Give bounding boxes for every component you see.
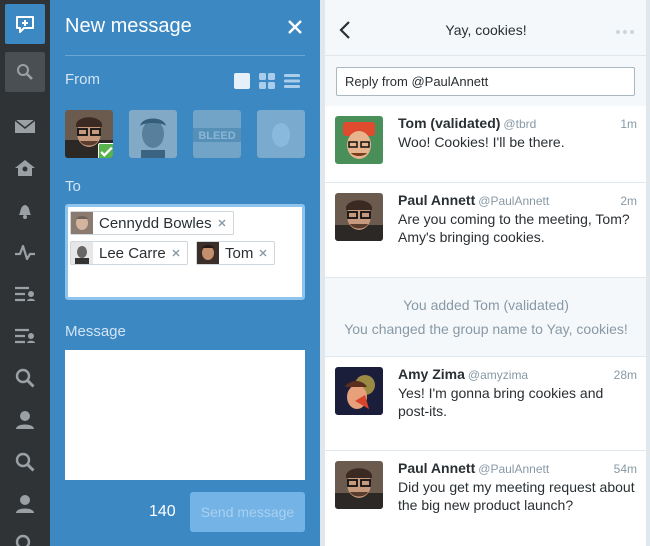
list-view-icon[interactable] xyxy=(283,72,301,90)
character-counter: 140 xyxy=(149,503,176,520)
sender-name: Paul Annett @PaulAnnett xyxy=(398,192,550,208)
notifications-icon xyxy=(19,205,31,219)
reply-input[interactable] xyxy=(336,67,635,96)
avatar xyxy=(129,110,177,158)
list-icon xyxy=(15,328,35,344)
from-account-egg[interactable] xyxy=(257,110,305,158)
message-item[interactable]: Paul Annett @PaulAnnett 54m Did you get m… xyxy=(325,451,647,546)
remove-recipient-icon[interactable] xyxy=(257,247,269,259)
sender-handle: @PaulAnnett xyxy=(478,462,550,476)
user-icon xyxy=(16,411,34,429)
selected-check-icon xyxy=(98,143,113,158)
search-button[interactable] xyxy=(5,52,45,92)
grid-view-icon[interactable] xyxy=(258,72,276,90)
system-note: You added Tom (validated) xyxy=(403,297,569,313)
user-icon xyxy=(16,495,34,513)
avatar xyxy=(335,193,383,241)
tweetdeck-app: New message From BLEED To Cennydd Bowles… xyxy=(0,0,650,546)
sender-name: Amy Zima @amyzima xyxy=(398,366,529,382)
message-item[interactable]: Tom (validated) @tbrd 1m Woo! Cookies! I'… xyxy=(325,106,647,183)
list-icon xyxy=(15,286,35,302)
rail-home-button[interactable] xyxy=(5,148,45,188)
message-item[interactable]: Amy Zima @amyzima 28m Yes! I'm gonna brin… xyxy=(325,357,647,451)
recipient-chip: Tom xyxy=(196,241,276,265)
svg-text:BLEED: BLEED xyxy=(198,130,235,142)
conversation-system-notes: You added Tom (validated) You changed th… xyxy=(325,278,647,357)
rail-user-button-2[interactable] xyxy=(5,484,45,524)
avatar xyxy=(335,367,383,415)
reply-area xyxy=(325,56,647,106)
new-message-panel: New message From BLEED To Cennydd Bowles… xyxy=(50,0,320,546)
message-text: Yes! I'm gonna bring cookies and post-it… xyxy=(398,385,604,419)
rail-activity-button[interactable] xyxy=(5,232,45,272)
rail-search-column-button-2[interactable] xyxy=(5,442,45,482)
from-label: From xyxy=(65,71,100,88)
avatar: BLEED xyxy=(193,110,241,158)
account-view-toggles xyxy=(233,72,301,90)
recipient-name: Lee Carre xyxy=(99,244,166,262)
from-account-bleed[interactable]: BLEED xyxy=(193,110,241,158)
rail-messages-button[interactable] xyxy=(5,106,45,146)
remove-recipient-icon[interactable] xyxy=(170,247,182,259)
rail-notifications-button[interactable] xyxy=(5,190,45,230)
avatar xyxy=(71,242,93,264)
search-icon xyxy=(15,452,35,472)
home-icon xyxy=(15,160,35,176)
message-text: Woo! Cookies! I'll be there. xyxy=(398,134,565,150)
from-account-2[interactable] xyxy=(129,110,177,158)
recipient-chip: Cennydd Bowles xyxy=(70,211,234,235)
avatar xyxy=(335,116,383,164)
single-view-icon[interactable] xyxy=(233,72,251,90)
system-note: You changed the group name to Yay, cooki… xyxy=(344,321,628,337)
rail-search-column-button-3[interactable] xyxy=(5,524,45,546)
sender-handle: @PaulAnnett xyxy=(478,194,550,208)
right-edge-gap xyxy=(646,0,650,546)
message-time: 54m xyxy=(613,462,637,476)
conversation-panel: Yay, cookies! Tom (validated)@tbrd 1m Wo… xyxy=(324,0,647,546)
to-label: To xyxy=(65,178,81,195)
left-icon-rail xyxy=(0,0,50,546)
sender-handle: @amyzima xyxy=(467,368,529,382)
rail-user-button[interactable] xyxy=(5,400,45,440)
sender-name: Paul Annett @PaulAnnett xyxy=(398,460,550,476)
conversation-title: Yay, cookies! xyxy=(445,22,527,38)
panel-title: New message xyxy=(65,15,192,37)
recipients-field[interactable]: Cennydd Bowles Lee Carre Tom xyxy=(65,204,305,300)
search-icon xyxy=(15,368,35,388)
conversation-header: Yay, cookies! xyxy=(325,0,647,56)
new-message-header: New message xyxy=(50,0,320,56)
messages-icon xyxy=(14,119,36,133)
egg-avatar-icon xyxy=(257,110,305,158)
search-icon xyxy=(15,534,31,546)
header-divider xyxy=(65,55,305,56)
sender-handle: @tbrd xyxy=(503,117,537,131)
compose-icon xyxy=(16,16,34,33)
message-time: 2m xyxy=(620,194,637,208)
from-account-selected[interactable] xyxy=(65,110,113,158)
message-text: Are you coming to the meeting, Tom? Amy'… xyxy=(398,211,630,245)
activity-icon xyxy=(15,244,35,261)
message-item[interactable]: Paul Annett @PaulAnnett 2m Are you coming… xyxy=(325,183,647,278)
avatar xyxy=(71,212,93,234)
message-textarea[interactable] xyxy=(65,350,305,480)
recipient-name: Tom xyxy=(225,244,254,262)
remove-recipient-icon[interactable] xyxy=(216,217,228,229)
message-time: 1m xyxy=(620,117,637,131)
rail-search-column-button[interactable] xyxy=(5,358,45,398)
more-options-icon[interactable] xyxy=(615,29,635,35)
close-icon[interactable] xyxy=(286,18,304,36)
avatar xyxy=(335,461,383,509)
recipient-name: Cennydd Bowles xyxy=(99,214,212,232)
send-message-button[interactable]: Send message xyxy=(190,492,305,532)
rail-list-button-2[interactable] xyxy=(5,316,45,356)
message-text: Did you get my meeting request about the… xyxy=(398,479,635,513)
rail-list-button[interactable] xyxy=(5,274,45,314)
sender-name: Tom (validated) @tbrd xyxy=(398,115,537,131)
message-time: 28m xyxy=(613,368,637,382)
message-label: Message xyxy=(65,323,126,340)
search-icon xyxy=(17,64,33,80)
compose-button[interactable] xyxy=(5,4,45,44)
recipient-chip: Lee Carre xyxy=(70,241,188,265)
avatar xyxy=(197,242,219,264)
